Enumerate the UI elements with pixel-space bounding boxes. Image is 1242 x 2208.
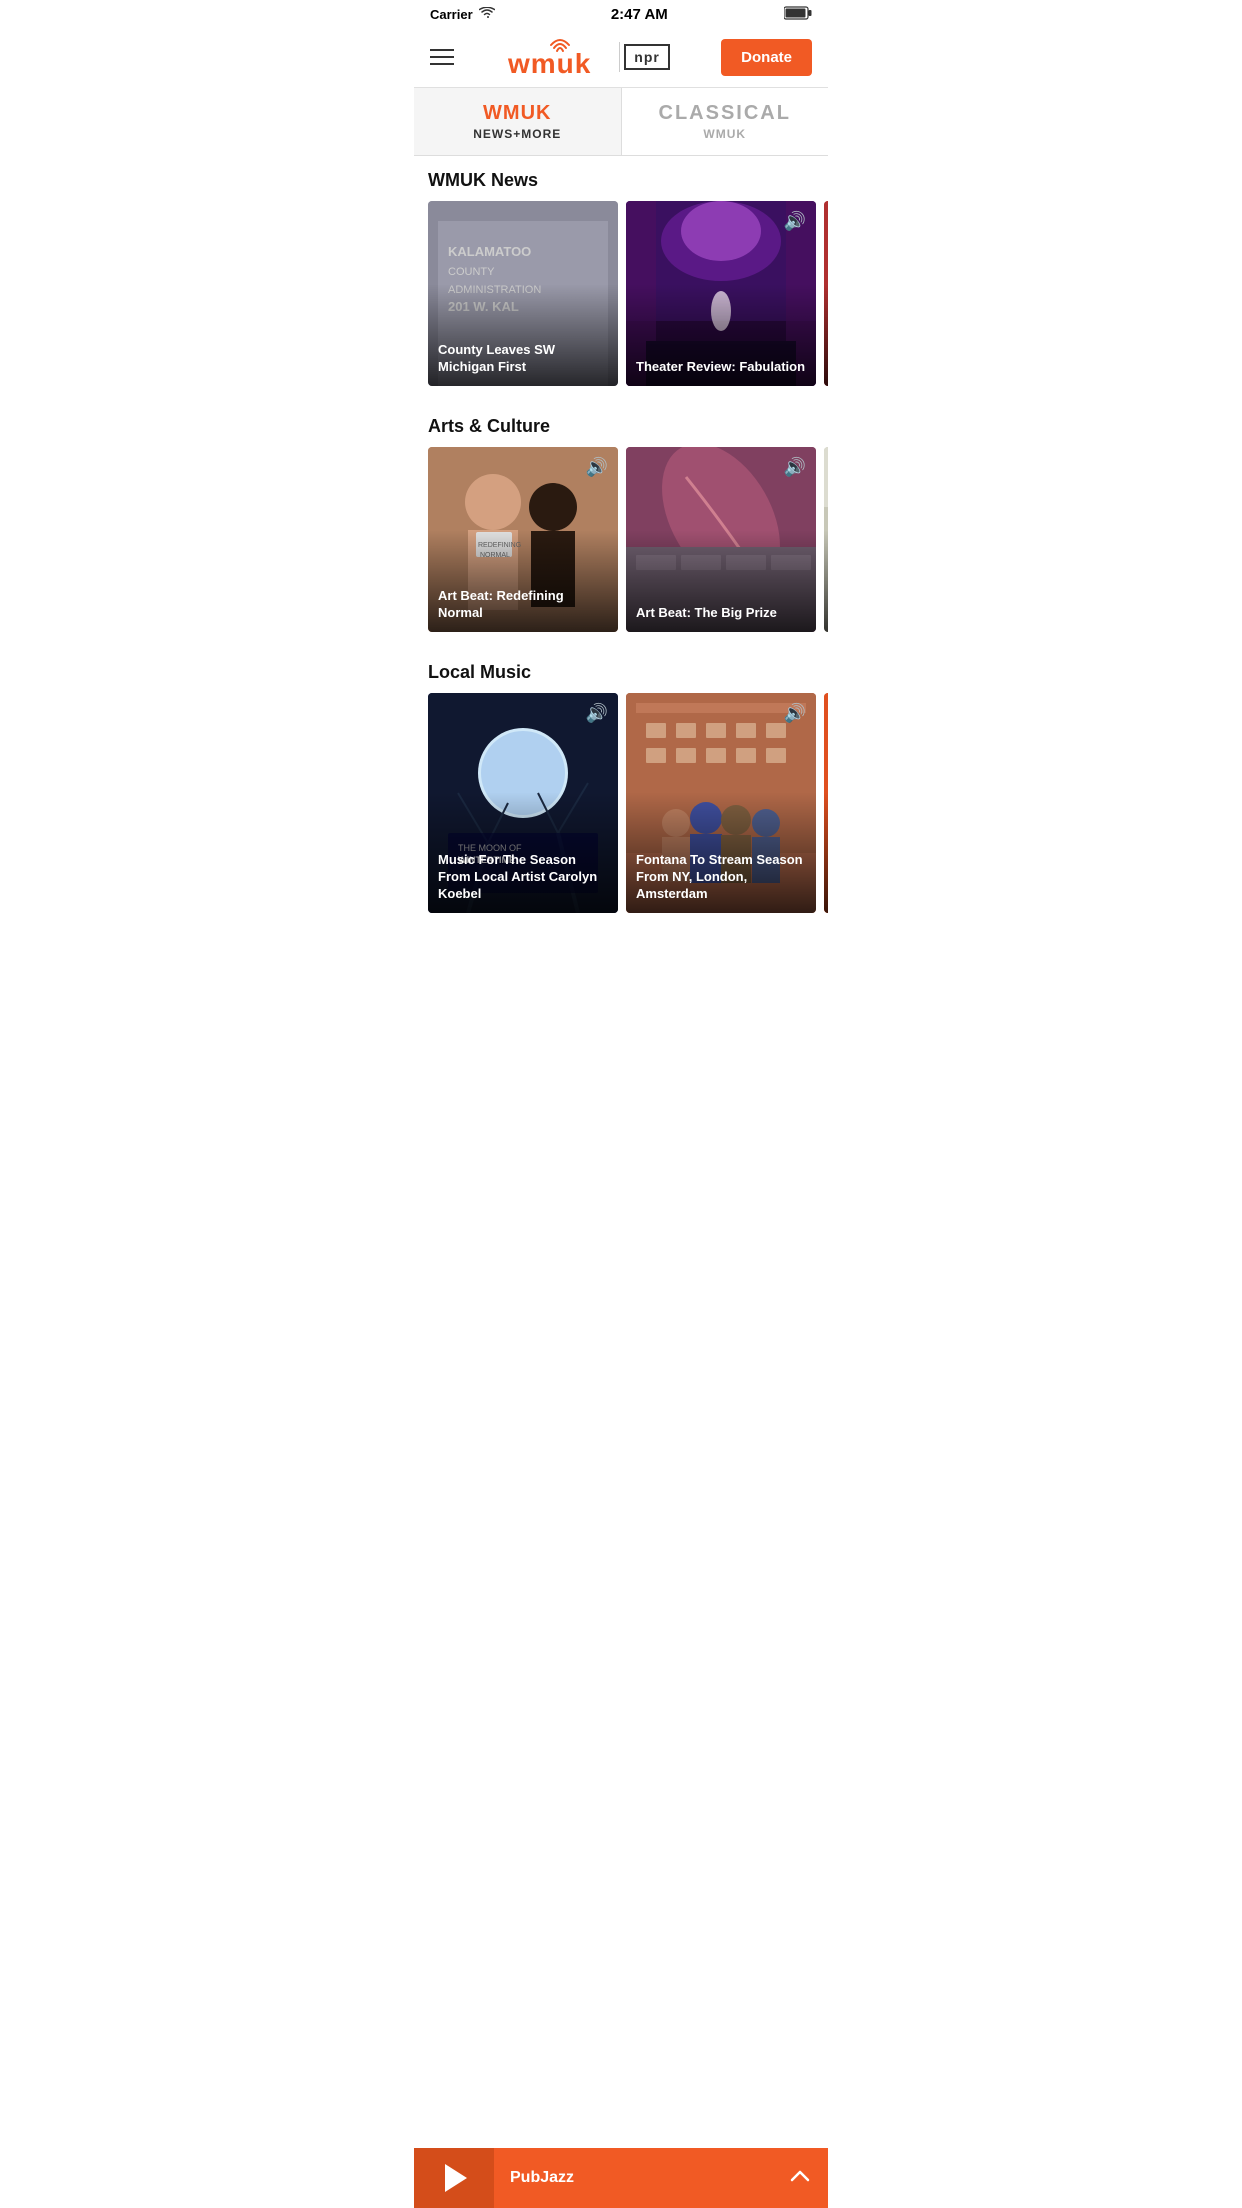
arts-card-2-title: Art Beat: The Big Prize xyxy=(636,605,806,622)
music-card-2-sound-icon: 🔊 xyxy=(784,703,806,724)
news-card-2[interactable]: 🔊 Theater Review: Fabulation xyxy=(626,201,816,386)
carrier-label: Carrier xyxy=(430,7,473,22)
wmuk-news-section: WMUK News KALAMATOO COUNTY ADMINISTRATIO… xyxy=(414,156,828,402)
wmuk-tab-subtitle: NEWS+MORE xyxy=(422,127,613,141)
news-card-2-title: Theater Review: Fabulation xyxy=(636,359,806,376)
wifi-icon xyxy=(479,7,495,22)
music-card-2[interactable]: 🔊 Fontana To Stream Season From NY, Lond… xyxy=(626,693,816,913)
battery-icon xyxy=(784,6,812,23)
tab-classical-wmuk[interactable]: CLASSICAL WMUK xyxy=(622,88,829,155)
music-card-1-title: Music For The Season From Local Artist C… xyxy=(438,852,608,903)
news-card-1-title: County Leaves SW Michigan First xyxy=(438,342,608,376)
bottom-player[interactable]: PubJazz xyxy=(414,2148,828,2208)
arts-card-2-sound-icon: 🔊 xyxy=(784,457,806,478)
classical-tab-label: CLASSICAL xyxy=(630,102,821,125)
logo-divider xyxy=(619,42,620,72)
player-station-label: PubJazz xyxy=(510,2169,574,2186)
status-bar: Carrier 2:47 AM xyxy=(414,0,828,27)
arts-culture-section: Arts & Culture REDEFINING NORMAL xyxy=(414,402,828,648)
local-music-section: Local Music xyxy=(414,648,828,929)
arts-culture-heading: Arts & Culture xyxy=(414,402,828,447)
classical-tab-subtitle: WMUK xyxy=(630,127,821,141)
logo-container: wmuk npr xyxy=(505,37,670,77)
music-card-3-overlay xyxy=(824,792,828,913)
donate-button[interactable]: Donate xyxy=(721,39,812,76)
arts-card-3-overlay xyxy=(824,530,828,632)
news-card-3[interactable]: Hear The February Conversations xyxy=(824,201,828,386)
svg-text:COUNTY: COUNTY xyxy=(448,266,495,278)
status-time: 2:47 AM xyxy=(611,6,668,23)
player-play-button[interactable] xyxy=(414,2148,494,2208)
app-header: wmuk npr Donate xyxy=(414,27,828,88)
music-card-3[interactable]: Astronomy Meets Astrology-Based 'T Plane… xyxy=(824,693,828,913)
news-card-2-sound-icon: 🔊 xyxy=(784,211,806,232)
wmuk-logo: wmuk xyxy=(505,37,615,77)
player-info: PubJazz xyxy=(494,2169,772,2187)
npr-logo: npr xyxy=(624,44,670,70)
arts-card-3[interactable]: Art Beat: The Star Of The Sycamore xyxy=(824,447,828,632)
svg-text:KALAMATOO: KALAMATOO xyxy=(448,244,531,259)
svg-text:wmuk: wmuk xyxy=(507,48,591,77)
wmuk-news-heading: WMUK News xyxy=(414,156,828,201)
tab-wmuk-news[interactable]: WMUK NEWS+MORE xyxy=(414,88,622,155)
arts-culture-cards: REDEFINING NORMAL 🔊 Art Beat: Redefining… xyxy=(414,447,828,648)
arts-card-2[interactable]: 🔊 Art Beat: The Big Prize xyxy=(626,447,816,632)
local-music-heading: Local Music xyxy=(414,648,828,693)
status-left: Carrier xyxy=(430,7,495,22)
news-card-3-overlay xyxy=(824,284,828,386)
station-tabs: WMUK NEWS+MORE CLASSICAL WMUK xyxy=(414,88,828,156)
music-card-1[interactable]: THE MOON OF WINTERTIME 🔊 Music For The S… xyxy=(428,693,618,913)
news-card-1[interactable]: KALAMATOO COUNTY ADMINISTRATION 201 W. K… xyxy=(428,201,618,386)
music-card-2-title: Fontana To Stream Season From NY, London… xyxy=(636,852,806,903)
music-card-1-sound-icon: 🔊 xyxy=(586,703,608,724)
wmuk-news-cards: KALAMATOO COUNTY ADMINISTRATION 201 W. K… xyxy=(414,201,828,402)
arts-card-1-sound-icon: 🔊 xyxy=(586,457,608,478)
wmuk-logo-svg: wmuk xyxy=(505,37,615,77)
menu-button[interactable] xyxy=(430,49,454,65)
player-chevron-icon[interactable] xyxy=(772,2166,828,2191)
local-music-cards: THE MOON OF WINTERTIME 🔊 Music For The S… xyxy=(414,693,828,929)
play-icon xyxy=(445,2164,467,2192)
arts-card-1[interactable]: REDEFINING NORMAL 🔊 Art Beat: Redefining… xyxy=(428,447,618,632)
main-content: WMUK News KALAMATOO COUNTY ADMINISTRATIO… xyxy=(414,156,828,929)
arts-card-1-title: Art Beat: Redefining Normal xyxy=(438,588,608,622)
wmuk-tab-label: WMUK xyxy=(422,102,613,125)
